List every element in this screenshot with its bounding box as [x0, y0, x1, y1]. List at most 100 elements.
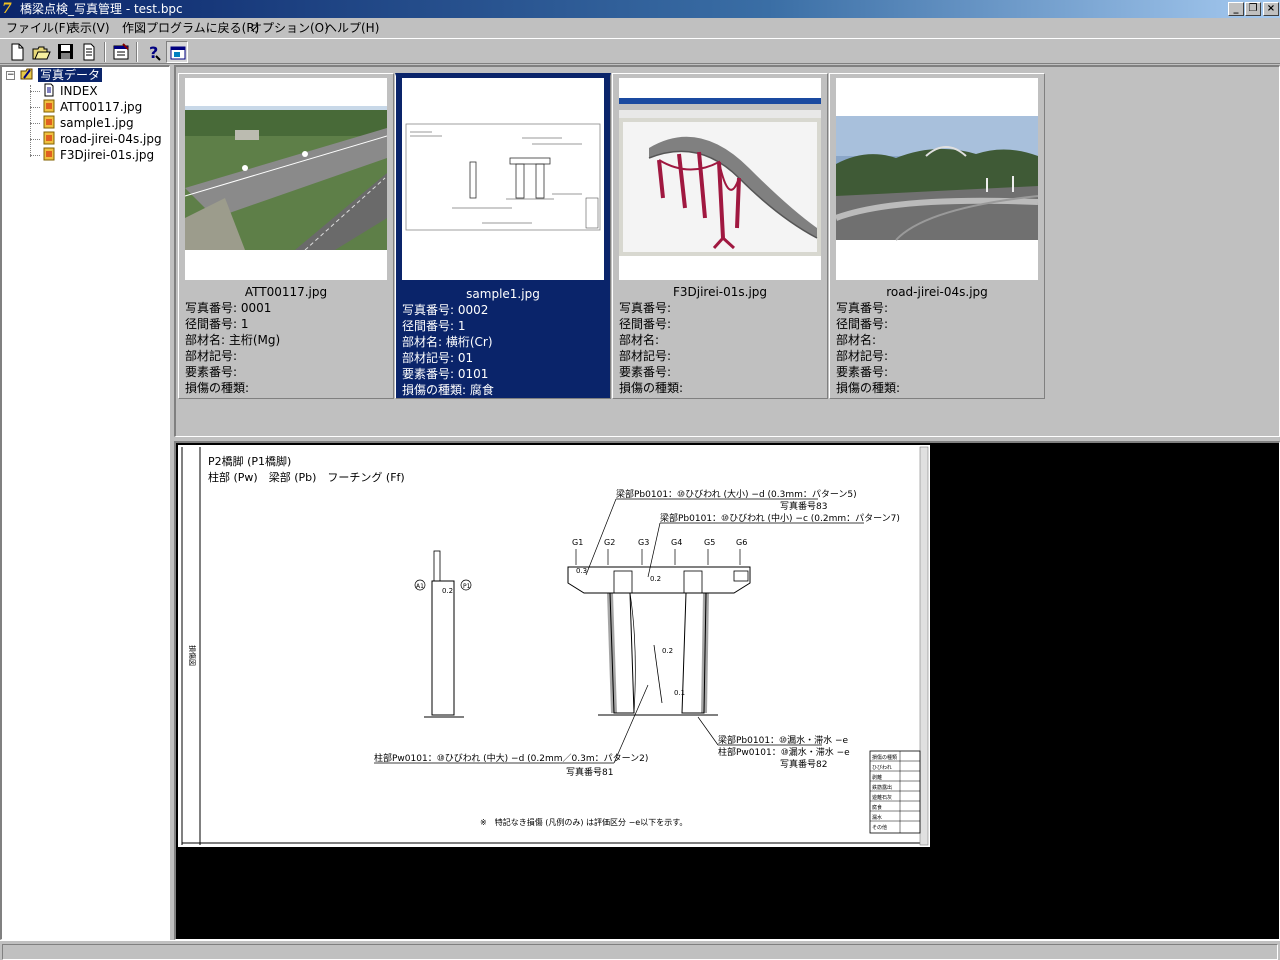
photo-tree[interactable]: − 写真データ INDEX ATT00117.jpg sample1.jpg r… [0, 65, 170, 940]
thumbnail-image-drawing[interactable] [402, 78, 604, 280]
image-file-icon [43, 115, 55, 129]
callout-photo-number: 写真番号81 [566, 766, 613, 778]
element-number: 要素番号: [185, 365, 238, 379]
span-number: 径間番号: [619, 317, 672, 331]
close-button[interactable]: × [1263, 2, 1279, 16]
tree-item-label: F3Djirei-01s.jpg [60, 148, 155, 162]
document-icon [44, 83, 54, 97]
tree-connector [30, 85, 31, 157]
new-icon[interactable] [6, 41, 28, 63]
callout-text: 梁部Pb0101：⑩漏水・滞水 −e [718, 734, 849, 746]
span-number: 径間番号: 1 [185, 317, 249, 331]
element-number: 要素番号: [619, 365, 672, 379]
damage-type: 損傷の種類: [836, 381, 901, 395]
menu-help[interactable]: ヘルプ(H) [325, 20, 379, 36]
document-icon[interactable] [78, 41, 100, 63]
callout-photo-number: 写真番号82 [780, 758, 827, 770]
tree-connector [30, 123, 40, 124]
properties-icon[interactable] [110, 41, 132, 63]
title-bar: 7 橋梁点検_写真管理 - test.bpc _ ❐ × [0, 0, 1280, 18]
girder-label: G5 [704, 538, 715, 547]
thumbnail-properties: 写真番号: 径間番号: 部材名: 部材記号: 要素番号: 損傷の種類: [619, 300, 683, 396]
tree-connector [30, 139, 40, 140]
minimize-button[interactable]: _ [1228, 2, 1244, 16]
girder-label: G4 [671, 538, 682, 547]
menu-file[interactable]: ファイル(F) [6, 20, 70, 36]
save-icon[interactable] [54, 41, 76, 63]
tree-connector [30, 155, 40, 156]
tree-connector [30, 107, 40, 108]
tree-item-label: road-jirei-04s.jpg [60, 132, 162, 146]
girder-label: G1 [572, 538, 583, 547]
drawing-subheading: 柱部 (Pw) 梁部 (Pb) フーチング (Ff) [208, 470, 405, 484]
tree-root-label: 写真データ [36, 67, 104, 83]
menu-bar: ファイル(F) 表示(V) 作図プログラムに戻る(R) オプション(O) ヘルプ… [0, 18, 1280, 38]
crack-width: 0.3 [576, 567, 587, 575]
toolbar-separator [136, 42, 138, 62]
toolbar: ? [0, 38, 1280, 64]
photo-number: 写真番号: [619, 301, 672, 315]
member-code: 部材記号: 01 [402, 351, 474, 365]
photo-number: 写真番号: [836, 301, 889, 315]
legend-entry: 腐食 [872, 804, 882, 811]
app-icon[interactable]: 7 [2, 1, 18, 17]
tree-collapse-button[interactable]: − [6, 71, 15, 80]
menu-view[interactable]: 表示(V) [68, 20, 110, 36]
thumbnail-filename: ATT00117.jpg [244, 285, 328, 299]
thumbnail-card[interactable]: road-jirei-04s.jpg 写真番号: 径間番号: 部材名: 部材記号… [829, 73, 1045, 399]
menu-options[interactable]: オプション(O) [250, 20, 329, 36]
callout-text: 柱部Pw0101：⑩ひびわれ (中大) −d (0.2mm／0.3m：パターン2… [374, 752, 648, 764]
thumbnail-card[interactable]: F3Djirei-01s.jpg 写真番号: 径間番号: 部材名: 部材記号: … [612, 73, 828, 399]
tree-item-label: sample1.jpg [60, 116, 134, 130]
photo-number: 写真番号: 0001 [185, 301, 272, 315]
callout-text: 柱部Pw0101：⑩漏水・滞水 −e [718, 746, 850, 758]
photo-number: 写真番号: 0002 [402, 303, 489, 317]
damage-type: 損傷の種類: 腐食 [402, 383, 494, 397]
girder-label: G6 [736, 538, 747, 547]
girder-label: G3 [638, 538, 649, 547]
restore-button[interactable]: ❐ [1245, 2, 1261, 16]
crack-width: 0.2 [650, 575, 661, 583]
tree-item-photo-data[interactable]: 写真データ [20, 67, 104, 83]
legend-entry: 漏水 [872, 814, 882, 821]
thumbnail-image-3d-bridge[interactable] [619, 78, 821, 280]
image-preview-panel: 損傷図 P2橋脚 (P1橋脚) 柱部 (Pw) 梁部 (Pb) フーチング (F… [174, 441, 1280, 940]
thumbnail-properties: 写真番号: 0002 径間番号: 1 部材名: 横桁(Cr) 部材記号: 01 … [402, 302, 494, 398]
tree-item-file[interactable]: road-jirei-04s.jpg [42, 131, 162, 147]
thumbnail-card[interactable]: ATT00117.jpg 写真番号: 0001 径間番号: 1 部材名: 主桁(… [178, 73, 394, 399]
member-name: 部材名: [836, 333, 877, 347]
span-number: 径間番号: 1 [402, 319, 466, 333]
toolbar-separator [104, 42, 106, 62]
view-icon[interactable] [166, 41, 188, 63]
open-icon[interactable] [30, 41, 52, 63]
window-title: 橋梁点検_写真管理 - test.bpc [20, 2, 183, 16]
tree-item-file[interactable]: sample1.jpg [42, 115, 134, 131]
image-file-icon [43, 99, 55, 113]
member-name: 部材名: 主桁(Mg) [185, 333, 281, 347]
tree-item-file[interactable]: ATT00117.jpg [42, 99, 142, 115]
inspection-drawing[interactable]: 損傷図 P2橋脚 (P1橋脚) 柱部 (Pw) 梁部 (Pb) フーチング (F… [178, 445, 930, 847]
menu-return-to-drawing[interactable]: 作図プログラムに戻る(R) [122, 20, 259, 36]
legend-entry: その他 [872, 824, 887, 831]
image-file-icon [43, 131, 55, 145]
member-name: 部材名: 横桁(Cr) [402, 335, 493, 349]
tree-item-index[interactable]: INDEX [42, 83, 98, 99]
callout-text: 梁部Pb0101：⑩ひびわれ (中小) −c (0.2mm：パターン7) [660, 512, 900, 524]
thumbnail-filename: F3Djirei-01s.jpg [672, 285, 768, 299]
legend-entry: 損傷の種類 [872, 754, 897, 761]
status-field [2, 944, 1278, 960]
thumbnail-panel: ATT00117.jpg 写真番号: 0001 径間番号: 1 部材名: 主桁(… [174, 65, 1280, 437]
damage-type: 損傷の種類: [185, 381, 250, 395]
tree-item-file[interactable]: F3Djirei-01s.jpg [42, 147, 154, 163]
thumbnail-card-selected[interactable]: sample1.jpg 写真番号: 0002 径間番号: 1 部材名: 横桁(C… [395, 73, 611, 399]
span-number: 径間番号: [836, 317, 889, 331]
element-number: 要素番号: [836, 365, 889, 379]
member-code: 部材記号: [836, 349, 889, 363]
legend-entry: 遊離石灰 [872, 794, 892, 801]
tree-item-label: INDEX [60, 84, 98, 98]
thumbnail-image-road[interactable] [836, 78, 1038, 280]
legend-entry: ひびわれ [872, 764, 892, 771]
svg-text:?: ? [149, 43, 158, 62]
thumbnail-image-highway[interactable] [185, 78, 387, 280]
help-icon[interactable]: ? [142, 41, 164, 63]
